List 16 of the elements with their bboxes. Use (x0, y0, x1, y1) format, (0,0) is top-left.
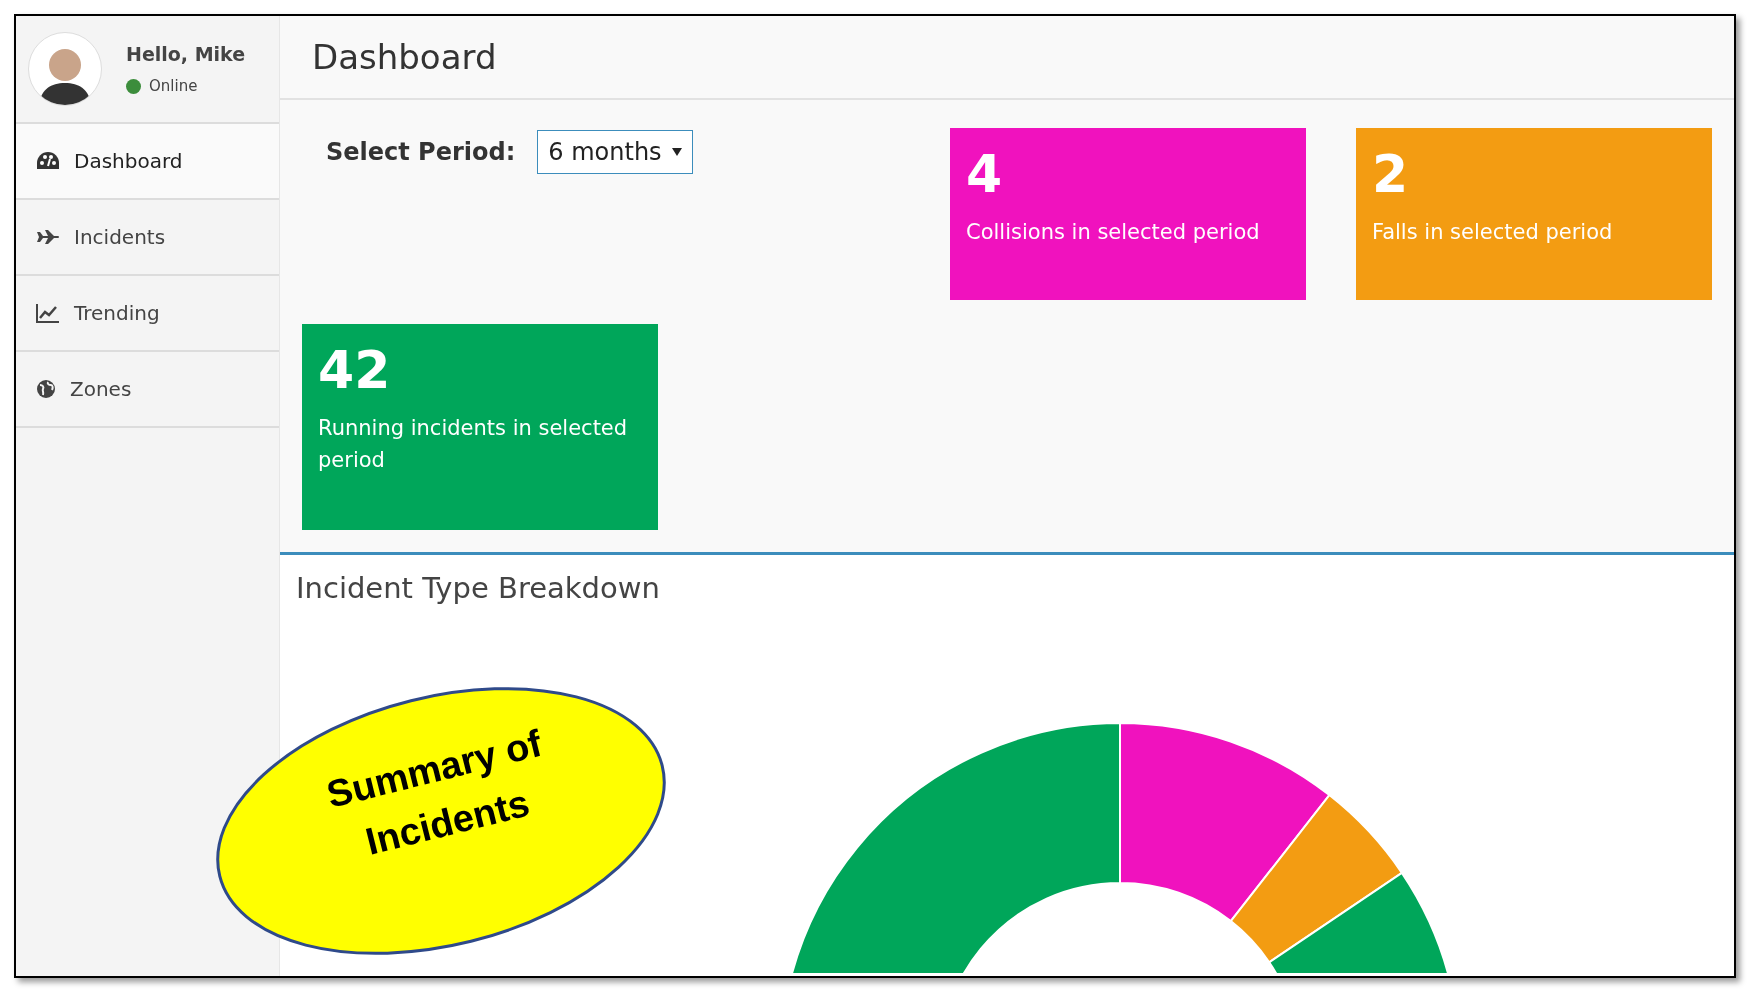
stat-card: 4 Collisions in selected period (950, 128, 1306, 300)
stat-card: 42 Running incidents in selected period (302, 324, 658, 530)
globe-icon (36, 379, 56, 399)
line-chart-icon (36, 303, 60, 323)
status-text: Online (149, 77, 198, 95)
stat-card: 2 Falls in selected period (1356, 128, 1712, 300)
greeting: Hello, Mike (126, 43, 246, 65)
period-label: Select Period: (326, 138, 516, 166)
period-select[interactable]: 6 months (537, 130, 693, 174)
caret-icon (671, 148, 682, 156)
sidebar-item[interactable]: Dashboard (16, 124, 279, 200)
panel-title: Incident Type Breakdown (295, 570, 661, 607)
airplane-icon (36, 229, 60, 245)
callout-text: Summary of Incidents (321, 720, 547, 865)
dashboard-gauge-icon (36, 151, 60, 171)
page-title: Dashboard (312, 37, 497, 77)
